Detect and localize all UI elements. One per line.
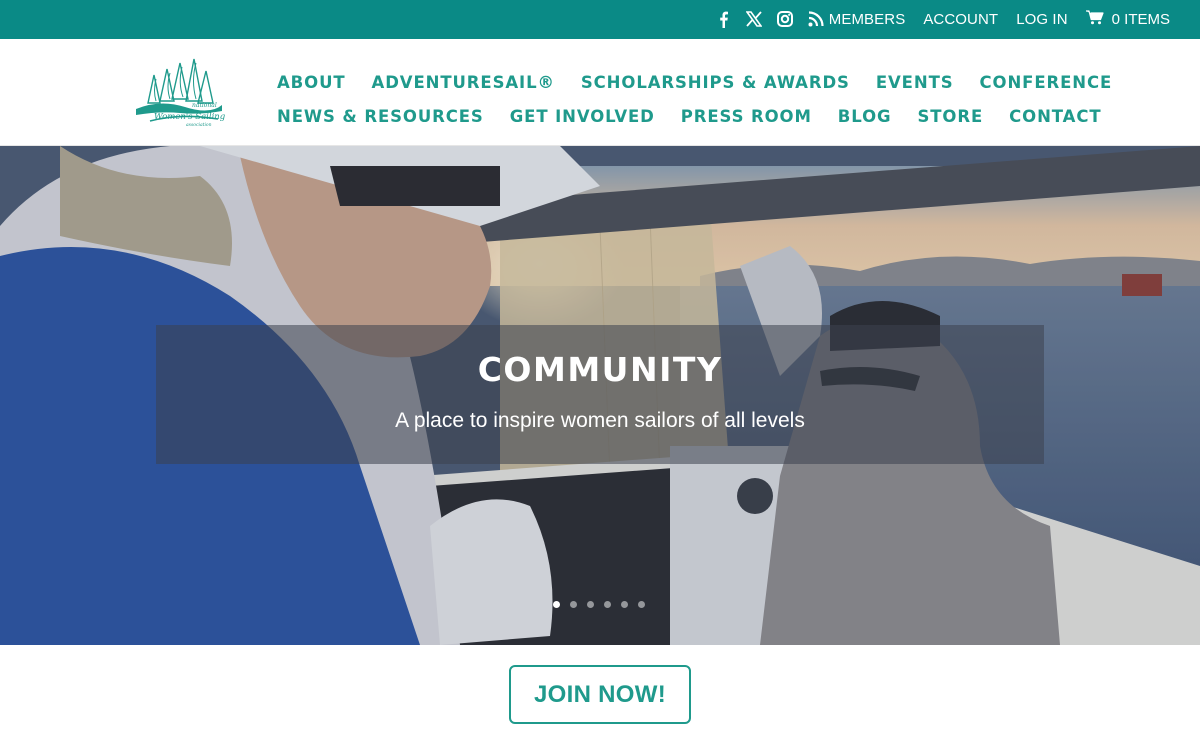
cart-link[interactable]: 0 ITEMS [1085,9,1170,30]
nav-get-involved[interactable]: GET INVOLVED [510,107,655,126]
nav-store[interactable]: STORE [917,107,983,126]
account-links: MEMBERS ACCOUNT LOG IN 0 ITEMS [811,0,1170,39]
nav-events[interactable]: EVENTS [876,73,954,92]
members-link[interactable]: MEMBERS [829,11,906,28]
site-header: national Women's Sailing association ABO… [0,39,1200,146]
top-bar: MEMBERS ACCOUNT LOG IN 0 ITEMS [0,0,1200,39]
slider-dot-6[interactable] [638,601,645,608]
join-now-button[interactable]: JOIN NOW! [509,665,691,724]
svg-text:national: national [192,102,217,109]
account-link[interactable]: ACCOUNT [923,11,998,28]
svg-text:Women's Sailing: Women's Sailing [154,112,226,122]
slider-dot-3[interactable] [587,601,594,608]
hero-subtitle: A place to inspire women sailors of all … [395,409,805,432]
slider-pagination [553,601,655,608]
main-nav-row-2: NEWS & RESOURCES GET INVOLVED PRESS ROOM… [277,99,1101,133]
cart-count: 0 ITEMS [1111,11,1170,28]
nav-contact[interactable]: CONTACT [1009,107,1101,126]
slider-dot-5[interactable] [621,601,628,608]
facebook-icon[interactable] [713,9,733,29]
hero-slider: COMMUNITY A place to inspire women sailo… [0,146,1200,645]
hero-caption: COMMUNITY A place to inspire women sailo… [156,325,1044,464]
nav-conference[interactable]: CONFERENCE [980,73,1113,92]
nav-press-room[interactable]: PRESS ROOM [681,107,812,126]
nav-scholarships-awards[interactable]: SCHOLARSHIPS & AWARDS [581,73,850,92]
login-link[interactable]: LOG IN [1016,11,1067,28]
x-icon[interactable] [744,9,764,29]
svg-text:association: association [186,122,212,128]
nav-adventuresail[interactable]: ADVENTURESAIL® [372,73,555,92]
slider-dot-4[interactable] [604,601,611,608]
site-logo[interactable]: national Women's Sailing association [130,49,226,137]
slider-dot-2[interactable] [570,601,577,608]
slider-dot-1[interactable] [553,601,560,608]
main-nav-row-1: ABOUT ADVENTURESAIL® SCHOLARSHIPS & AWAR… [277,65,1111,99]
nav-about[interactable]: ABOUT [277,73,346,92]
main-nav: ABOUT ADVENTURESAIL® SCHOLARSHIPS & AWAR… [277,65,1111,133]
hero-title: COMMUNITY [477,350,723,389]
nav-blog[interactable]: BLOG [838,107,892,126]
nav-news-resources[interactable]: NEWS & RESOURCES [277,107,484,126]
instagram-icon[interactable] [775,9,795,29]
cart-icon [1085,9,1104,30]
